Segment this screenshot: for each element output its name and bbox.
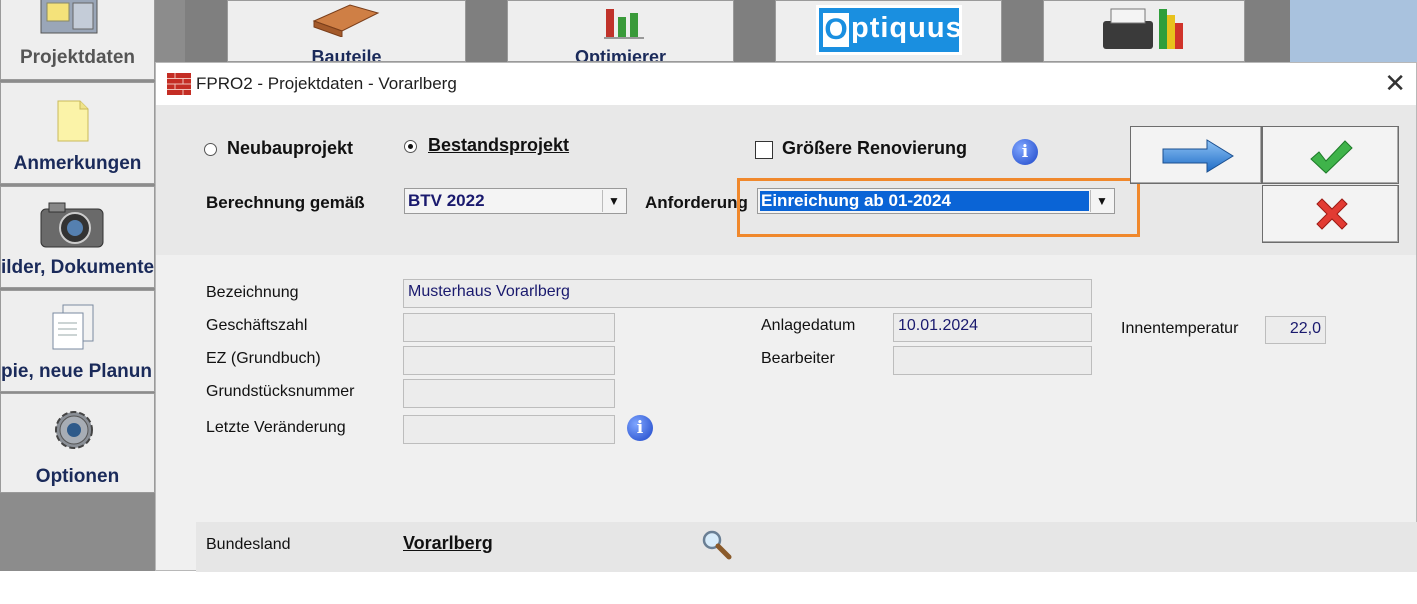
sidebar-item-label: Optionen <box>35 466 120 487</box>
bundesland-panel <box>196 522 1417 572</box>
info-icon[interactable]: i <box>1012 139 1038 165</box>
sidebar-item-label: Projektdaten <box>19 47 136 68</box>
printer-energy-icon <box>1103 8 1183 49</box>
close-icon[interactable]: ✕ <box>1384 70 1406 96</box>
bauteile-button[interactable]: Bauteile <box>227 0 466 62</box>
optimierer-button[interactable]: Optimierer <box>507 0 734 62</box>
bundesland-value[interactable]: Vorarlberg <box>403 533 493 554</box>
innentemp-label: Innentemperatur <box>1121 320 1239 337</box>
ez-label: EZ (Grundbuch) <box>206 350 321 367</box>
anlagedatum-field[interactable]: 10.01.2024 <box>893 313 1092 342</box>
next-button[interactable] <box>1130 126 1262 184</box>
app-brick-icon <box>167 73 191 95</box>
bundesland-label: Bundesland <box>206 536 291 553</box>
sidebar-item-label: pie, neue Planun <box>1 361 152 382</box>
bauteile-label: Bauteile <box>311 47 382 62</box>
sidebar-item-projektdaten[interactable]: Projektdaten <box>0 0 155 80</box>
geschaeftszahl-label: Geschäftszahl <box>206 317 308 334</box>
bearbeiter-field[interactable] <box>893 346 1092 375</box>
search-icon[interactable] <box>700 528 732 560</box>
neubau-radio[interactable] <box>204 143 217 156</box>
info-icon[interactable]: i <box>627 415 653 441</box>
camera-icon <box>40 202 104 248</box>
sidebar-item-anmerkungen[interactable]: Anmerkungen <box>0 82 155 184</box>
filing-cabinet-icon <box>40 0 98 34</box>
bearbeiter-label: Bearbeiter <box>761 350 835 367</box>
innentemp-field[interactable]: 22,0 <box>1265 316 1326 344</box>
anforderung-label: Anforderung <box>645 193 748 212</box>
optiquus-button[interactable]: O ptiquus <box>775 0 1002 62</box>
berechnung-dropdown[interactable]: BTV 2022 ▼ <box>404 188 627 214</box>
anlagedatum-label: Anlagedatum <box>761 317 856 334</box>
letzte-field[interactable] <box>403 415 615 444</box>
gear-icon <box>55 411 93 449</box>
geschaeftszahl-field[interactable] <box>403 313 615 342</box>
berechnung-value: BTV 2022 <box>408 191 485 210</box>
bestand-label: Bestandsprojekt <box>428 135 570 155</box>
projektdaten-dialog: FPRO2 - Projektdaten - Vorarlberg ✕ Neub… <box>155 62 1417 572</box>
sidebar-item-kopie-neue-planung[interactable]: pie, neue Planun <box>0 290 155 392</box>
bezeichnung-label: Bezeichnung <box>206 284 299 301</box>
toolbar-background-right <box>1290 0 1417 62</box>
letzte-label: Letzte Veränderung <box>206 419 346 436</box>
bestand-radio[interactable] <box>404 140 417 153</box>
sidebar-item-bilder-dokumente[interactable]: ilder, Dokumente <box>0 186 155 288</box>
highlight-box <box>737 178 1140 237</box>
ok-button[interactable] <box>1262 126 1399 184</box>
ez-field[interactable] <box>403 346 615 375</box>
dialog-settings-panel: Neubauprojekt Bestandsprojekt Größere Re… <box>156 105 1416 255</box>
renovation-checkbox[interactable] <box>755 141 773 159</box>
chevron-down-icon[interactable]: ▼ <box>602 190 625 212</box>
bar-chart-icon <box>604 9 644 39</box>
cancel-button[interactable] <box>1262 185 1399 243</box>
dialog-title: FPRO2 - Projektdaten - Vorarlberg <box>196 74 457 93</box>
cancel-x-icon <box>1316 198 1348 230</box>
dialog-titlebar: FPRO2 - Projektdaten - Vorarlberg ✕ <box>156 63 1416 105</box>
brick-icon <box>312 4 380 37</box>
optimierer-label: Optimierer <box>574 47 667 62</box>
sticky-note-icon <box>57 100 89 142</box>
berechnung-label: Berechnung gemäß <box>206 193 365 212</box>
sidebar-item-label: ilder, Dokumente <box>1 257 155 278</box>
grundstueck-label: Grundstücksnummer <box>206 383 355 400</box>
print-energy-button[interactable] <box>1043 0 1245 62</box>
checkmark-icon <box>1310 140 1353 174</box>
copy-documents-icon <box>52 304 94 350</box>
optiquus-logo: O ptiquus <box>816 5 962 55</box>
neubau-label: Neubauprojekt <box>227 138 354 158</box>
grundstueck-field[interactable] <box>403 379 615 408</box>
sidebar-item-optionen[interactable]: Optionen <box>0 393 155 493</box>
renovation-label: Größere Renovierung <box>782 138 968 158</box>
bezeichnung-field[interactable]: Musterhaus Vorarlberg <box>403 279 1092 308</box>
sidebar-item-label: Anmerkungen <box>13 153 142 174</box>
arrow-right-icon <box>1162 139 1234 173</box>
